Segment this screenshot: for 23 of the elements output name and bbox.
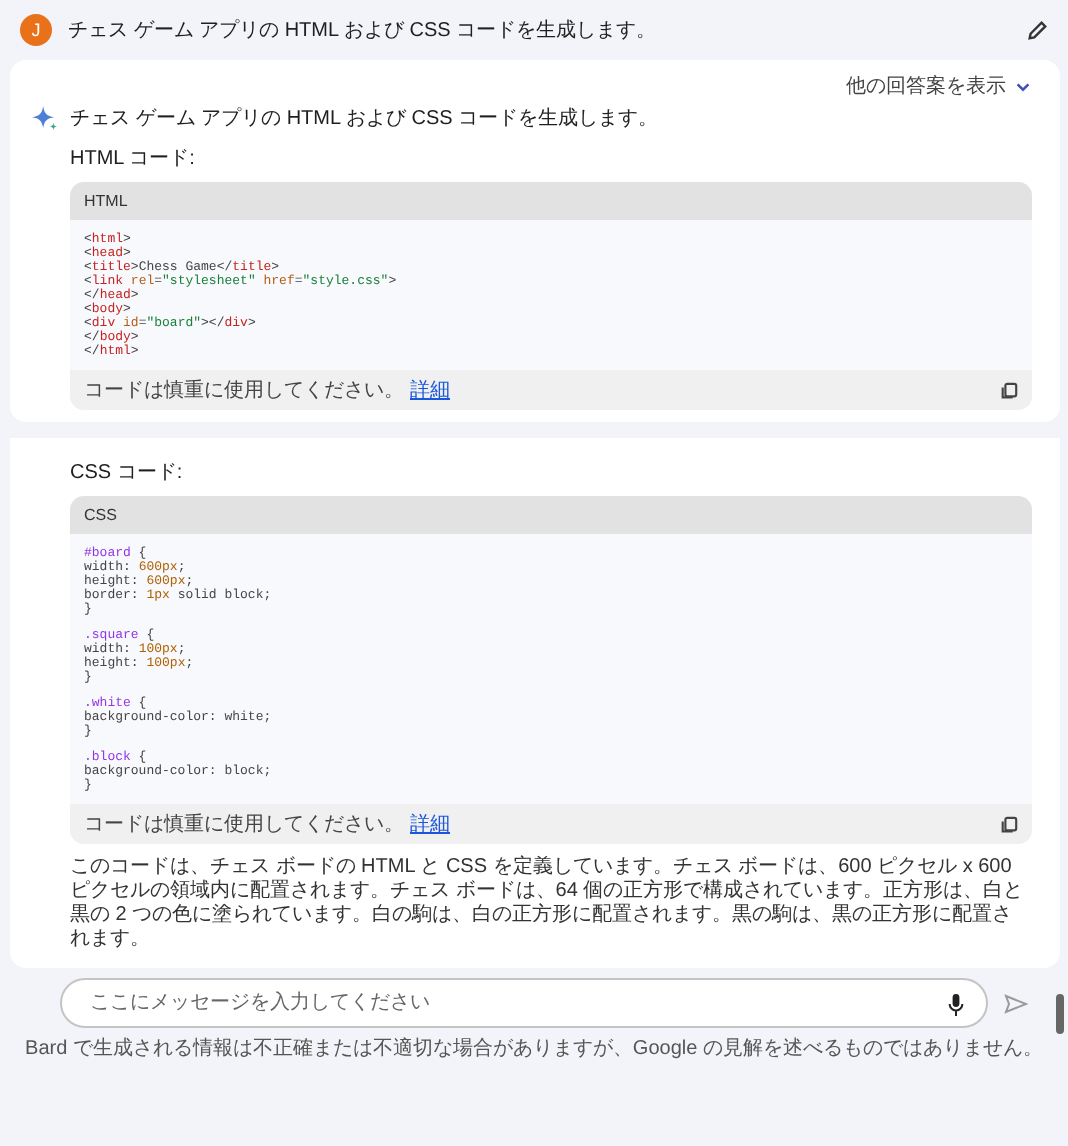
message-input[interactable]: ここにメッセージを入力してください bbox=[60, 978, 988, 1028]
copy-icon[interactable] bbox=[1000, 815, 1018, 833]
user-avatar: J bbox=[20, 14, 52, 46]
sparkle-icon bbox=[32, 105, 58, 131]
section-heading: HTML コード: bbox=[70, 146, 197, 172]
copy-icon[interactable] bbox=[1000, 381, 1018, 399]
caution-note: コードは慎重に使用してください。 bbox=[84, 377, 404, 404]
section-heading: CSS コード: bbox=[70, 460, 185, 486]
prompt-text: チェス ゲーム アプリの HTML および CSS コードを生成します。 bbox=[68, 17, 659, 44]
response-intro: チェス ゲーム アプリの HTML および CSS コードを生成します。 bbox=[70, 105, 659, 132]
pencil-icon[interactable] bbox=[1026, 19, 1048, 41]
chevron-down-icon[interactable] bbox=[1014, 77, 1032, 95]
details-link[interactable]: 詳細 bbox=[410, 810, 450, 838]
code-language-label: CSS bbox=[70, 496, 1032, 534]
summary-paragraph: このコードは、チェス ボードの HTML と CSS を定義しています。チェス ボードは、600 ピクセル x 600 ピクセルの領域内に配置されます。チェス ボードは、64 個の正方形で構成されています。正方形は、白と黒の 2 つの色に塗られています。白の駒は、白の正方形に配置されます。黒の駒は、黒の正方形に配置されます。 bbox=[70, 856, 1026, 952]
scrollbar-thumb[interactable] bbox=[1056, 994, 1064, 1034]
microphone-icon[interactable] bbox=[948, 994, 964, 1016]
code-language-label: HTML bbox=[70, 182, 1032, 220]
send-icon[interactable] bbox=[1004, 991, 1028, 1015]
show-drafts-button[interactable]: 他の回答案を表示 bbox=[846, 72, 1006, 100]
caution-note: コードは慎重に使用してください。 bbox=[84, 811, 404, 838]
disclaimer-text: Bard で生成される情報は不正確または不適切な場合がありますが、Google の見解を述べるものではありません。 bbox=[23, 1035, 1045, 1062]
details-link[interactable]: 詳細 bbox=[410, 376, 450, 404]
